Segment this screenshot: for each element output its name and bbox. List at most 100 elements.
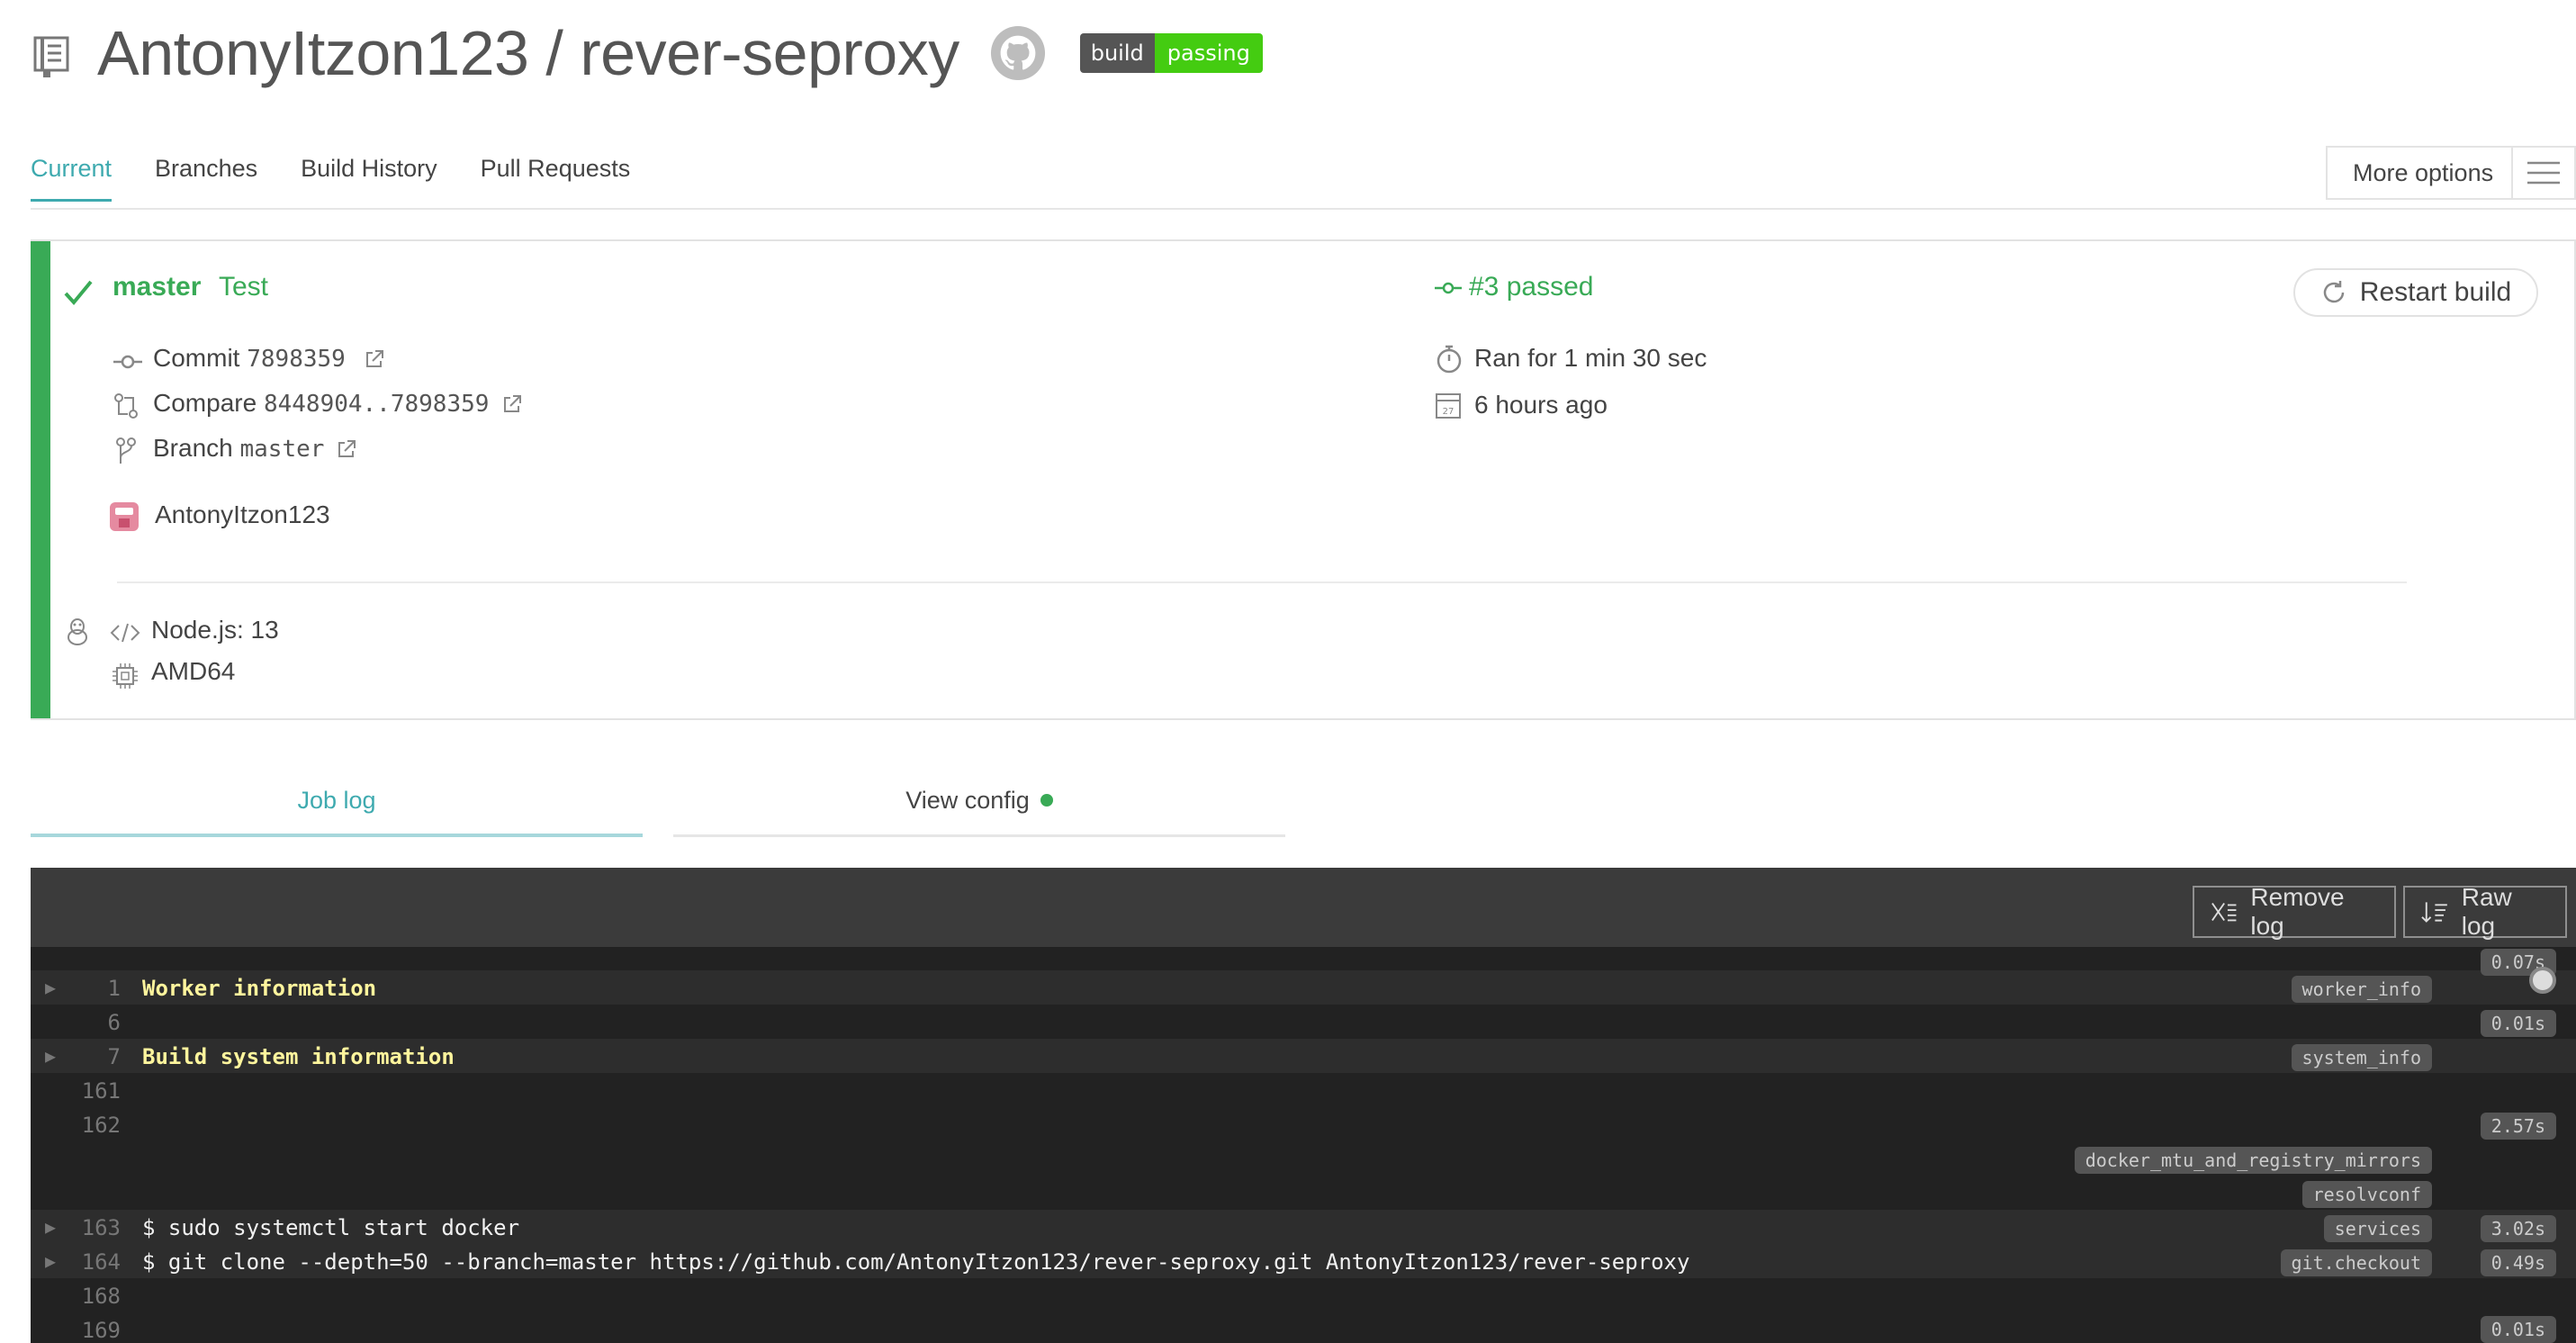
calendar-icon: 27: [1436, 393, 1461, 419]
commit-sha[interactable]: 7898359: [247, 346, 346, 373]
repo-title: AntonyItzon123 / rever-seproxy: [97, 18, 959, 88]
line-number[interactable]: 1: [70, 976, 121, 1001]
commit-message: Test: [219, 272, 269, 302]
line-number[interactable]: 163: [70, 1215, 121, 1240]
log-line[interactable]: ▶ 164 $ git clone --depth=50 --branch=ma…: [31, 1244, 2576, 1278]
job-language: Node.js: 13: [151, 616, 279, 644]
timing-badge: 2.57s: [2480, 1113, 2556, 1140]
build-number-icon: [1435, 282, 1462, 294]
external-link-icon[interactable]: [365, 349, 384, 369]
fold-tag: system_info: [2291, 1044, 2432, 1071]
restart-icon: [2323, 281, 2345, 303]
line-number[interactable]: 169: [70, 1318, 121, 1343]
compare-icon: [114, 393, 138, 419]
build-number-status[interactable]: #3 passed: [1469, 272, 1593, 302]
tab-view-config-label: View config: [905, 787, 1030, 814]
fold-tag: git.checkout: [2280, 1249, 2432, 1276]
restart-build-label: Restart build: [2359, 277, 2512, 307]
build-summary-card: master Test Commit 7898359 Compare 84489…: [31, 239, 2576, 720]
tab-pull-requests[interactable]: Pull Requests: [481, 155, 631, 202]
fold-tag: worker_info: [2291, 976, 2432, 1003]
timing-badge: 0.49s: [2480, 1249, 2556, 1276]
external-link-icon[interactable]: [337, 439, 356, 459]
log-line: 168: [31, 1278, 2576, 1312]
compare-row[interactable]: Compare 8448904..7898359: [153, 389, 489, 418]
log-line: 6: [31, 1005, 2576, 1039]
log-toolbar: Remove log Raw log: [31, 868, 2576, 947]
line-number[interactable]: 7: [70, 1044, 121, 1069]
timing-badge: 0.01s: [2480, 1010, 2556, 1037]
remove-log-icon: [2211, 902, 2237, 922]
fold-tag: docker_mtu_and_registry_mirrors: [2074, 1147, 2432, 1174]
status-bar: [31, 241, 50, 718]
line-number[interactable]: 161: [70, 1078, 121, 1104]
line-number[interactable]: 164: [70, 1249, 121, 1275]
stopwatch-icon: [1437, 345, 1462, 374]
tab-job-log-label: Job log: [297, 787, 376, 814]
fold-tag: resolvconf: [2301, 1181, 2432, 1208]
cpu-icon: [113, 663, 138, 689]
log-line: 162: [31, 1107, 2576, 1141]
tab-current[interactable]: Current: [31, 155, 113, 202]
github-icon[interactable]: [990, 25, 1046, 81]
log-line[interactable]: ▶ 7 Build system information: [31, 1039, 2576, 1073]
raw-log-label: Raw log: [2461, 883, 2512, 940]
commit-icon: [113, 355, 142, 369]
line-number[interactable]: 162: [70, 1113, 121, 1138]
avatar: [110, 502, 139, 531]
fold-arrow-icon[interactable]: ▶: [45, 977, 56, 998]
log-line[interactable]: ▶ 163 $ sudo systemctl start docker: [31, 1210, 2576, 1244]
more-options-label: More options: [2353, 158, 2494, 186]
job-log-panel: Remove log Raw log ▶ 1 Worker informatio…: [31, 868, 2576, 1343]
repo-tabs: Current Branches Build History Pull Requ…: [31, 155, 630, 202]
more-options-button[interactable]: More options: [2326, 146, 2576, 200]
compare-label: Compare: [153, 389, 257, 417]
author-name[interactable]: AntonyItzon123: [155, 500, 330, 529]
hamburger-icon[interactable]: [2511, 148, 2574, 198]
fold-tag: services: [2323, 1215, 2432, 1242]
commit-label: Commit: [153, 344, 240, 372]
checkmark-icon: [64, 280, 93, 306]
build-status-badge[interactable]: build passing: [1079, 33, 1263, 73]
external-link-icon[interactable]: [502, 394, 522, 414]
calendar-day: 27: [1443, 407, 1455, 417]
remove-log-button[interactable]: Remove log: [2193, 883, 2396, 940]
restart-build-button[interactable]: Restart build: [2293, 268, 2538, 317]
compare-range[interactable]: 8448904..7898359: [264, 391, 489, 418]
line-number[interactable]: 6: [70, 1010, 121, 1035]
log-text: Worker information: [142, 976, 377, 1001]
repository-icon: [33, 36, 69, 77]
raw-log-button[interactable]: Raw log: [2403, 883, 2567, 940]
fold-arrow-icon[interactable]: ▶: [45, 1216, 56, 1238]
build-duration: Ran for 1 min 30 sec: [1474, 344, 1707, 372]
log-text: $ sudo systemctl start docker: [142, 1215, 520, 1240]
branch-name[interactable]: master: [240, 436, 325, 463]
tab-job-log[interactable]: Job log: [31, 787, 643, 837]
log-line: 161: [31, 1073, 2576, 1107]
card-divider: [117, 581, 2407, 583]
tab-branches[interactable]: Branches: [155, 155, 257, 202]
fold-arrow-icon[interactable]: ▶: [45, 1045, 56, 1067]
badge-status: passing: [1154, 33, 1263, 73]
line-number[interactable]: 168: [70, 1284, 121, 1309]
timing-badge: 0.01s: [2480, 1316, 2556, 1343]
scroll-to-end-button[interactable]: [2529, 967, 2556, 994]
tab-view-config[interactable]: View config: [673, 787, 1285, 837]
log-line[interactable]: ▶ 1 Worker information: [31, 970, 2576, 1005]
job-arch: AMD64: [151, 657, 236, 685]
fold-arrow-icon[interactable]: ▶: [45, 1250, 56, 1272]
log-text: $ git clone --depth=50 --branch=master h…: [142, 1249, 1690, 1275]
branch-row[interactable]: Branch master: [153, 434, 324, 463]
build-branch[interactable]: master: [113, 272, 201, 302]
tabs-divider: [31, 208, 2576, 210]
linux-icon: [68, 618, 87, 645]
tab-build-history[interactable]: Build History: [301, 155, 437, 202]
badge-label: build: [1079, 33, 1155, 73]
code-icon: [110, 623, 140, 643]
build-finished-time: 6 hours ago: [1474, 391, 1608, 419]
commit-row[interactable]: Commit 7898359: [153, 344, 346, 373]
repo-header: AntonyItzon123 / rever-seproxy build pas…: [32, 13, 1263, 94]
branch-label: Branch: [153, 434, 233, 462]
timing-badge: 3.02s: [2480, 1215, 2556, 1242]
remove-log-label: Remove log: [2250, 883, 2345, 940]
